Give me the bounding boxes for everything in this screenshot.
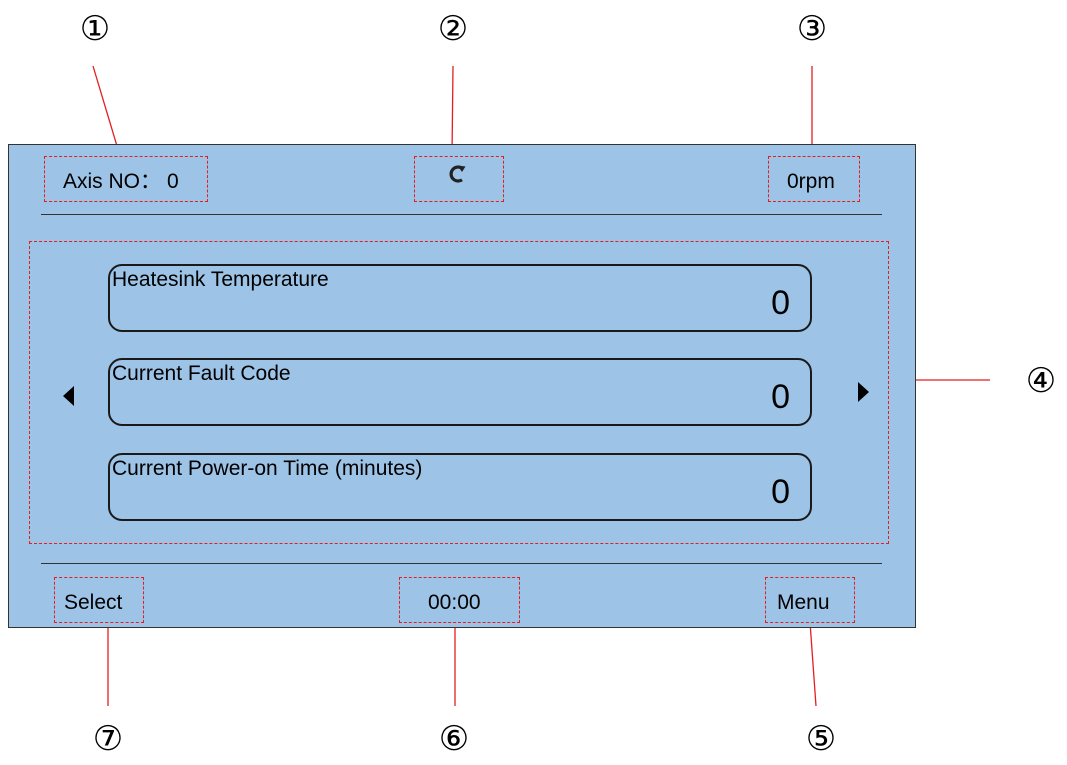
refresh-icon[interactable] [448, 165, 466, 183]
parameter-label: Current Fault Code [112, 362, 291, 385]
footer-divider [41, 563, 882, 564]
leader-2 [451, 65, 454, 157]
select-button[interactable]: Select [64, 591, 122, 615]
leader-5 [809, 621, 817, 707]
parameter-card-current-fault-code[interactable]: Current Fault Code 0 [108, 358, 812, 426]
axis-label: Axis NO： [63, 170, 162, 193]
callout-6: ⑥ [438, 719, 470, 759]
next-page-arrow-icon[interactable] [858, 382, 869, 402]
parameter-label: Current Power-on Time (minutes) [112, 457, 423, 480]
axis-number-label: Axis NO： 0 [63, 170, 179, 194]
leader-1 [92, 65, 121, 157]
menu-button[interactable]: Menu [777, 591, 830, 615]
parameter-value: 0 [771, 284, 790, 322]
parameter-card-heatsink-temperature[interactable]: Heatesink Temperature 0 [108, 264, 812, 332]
callout-7: ⑦ [92, 719, 124, 759]
time-display: 00:00 [428, 591, 481, 614]
callout-2: ② [437, 9, 469, 49]
speed-readout: 0rpm [787, 170, 835, 193]
axis-value: 0 [167, 170, 179, 193]
callout-3: ③ [796, 9, 828, 49]
callout-1: ① [79, 9, 111, 49]
callout-5: ⑤ [805, 719, 837, 759]
parameter-value: 0 [771, 378, 790, 416]
parameter-label: Heatesink Temperature [112, 268, 329, 291]
callout-4: ④ [1025, 361, 1057, 401]
parameter-value: 0 [771, 473, 790, 511]
header-divider [41, 214, 882, 215]
parameter-card-power-on-time[interactable]: Current Power-on Time (minutes) 0 [108, 453, 812, 521]
previous-page-arrow-icon[interactable] [63, 386, 74, 406]
